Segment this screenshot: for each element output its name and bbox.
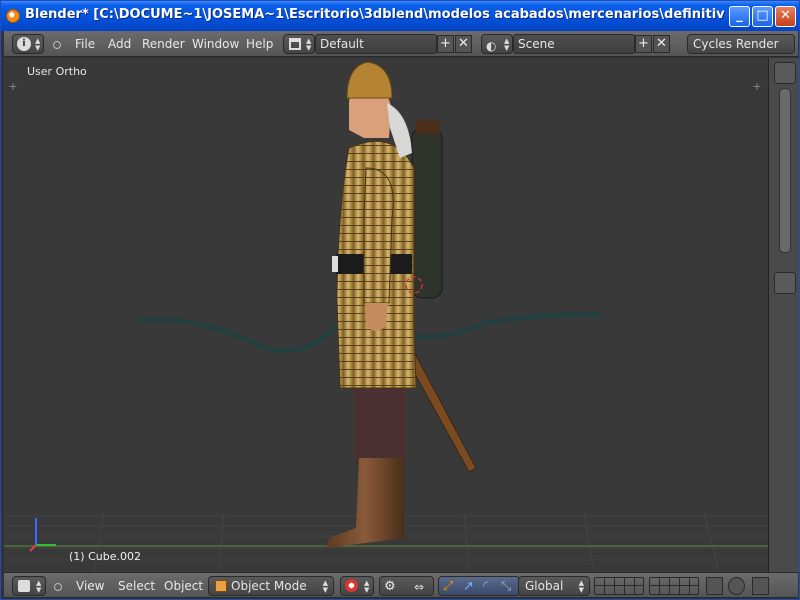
chevron-updown-icon: ▲ ▼ (35, 37, 41, 52)
quiver (411, 127, 443, 299)
3d-view-header: ▲ ▼ View Select Object Object Mode ▲ ▼ ▲ ▼ … (4, 572, 798, 598)
menu-help[interactable]: Help (246, 37, 273, 51)
pivot-point-dropdown[interactable]: ⚙ ⇔ (379, 576, 434, 596)
remove-layout-button[interactable]: ✕ (455, 35, 472, 53)
editor-type-selector-3d[interactable]: ▲ ▼ (12, 576, 46, 596)
menu-view[interactable]: View (76, 579, 104, 593)
scale-icon: ⤡ (501, 579, 512, 594)
close-button[interactable]: ✕ (775, 6, 796, 27)
chevron-updown-icon: ▲ ▼ (504, 37, 510, 52)
menu-window[interactable]: Window (192, 37, 239, 51)
shading-icon (345, 579, 358, 592)
blender-logo-icon (6, 9, 20, 23)
chevron-updown-icon: ▲ ▼ (322, 579, 328, 594)
add-scene-button[interactable]: + (635, 35, 652, 53)
info-icon: i (17, 37, 31, 51)
helmet (346, 61, 393, 99)
cube-view-icon (18, 580, 30, 592)
toolshelf-toggle-icon[interactable]: + (8, 81, 18, 92)
layout-name-field[interactable]: Default (315, 34, 437, 54)
outliner-panel (768, 58, 799, 572)
layout-browse-button[interactable]: ▲ ▼ (283, 34, 315, 54)
boot (326, 458, 404, 548)
maximize-button[interactable]: □ (752, 6, 773, 27)
properties-editor-icon[interactable] (774, 272, 796, 294)
layer-grid-2[interactable] (649, 577, 699, 595)
viewport-canvas (4, 61, 768, 572)
view-label: User Ortho (27, 65, 87, 78)
render-engine-dropdown[interactable]: Cycles Render (687, 34, 795, 54)
menu-render[interactable]: Render (142, 37, 185, 51)
menu-file[interactable]: File (75, 37, 95, 51)
move-icon: ↗ (463, 579, 474, 594)
mode-label: Object Mode (231, 579, 307, 593)
info-header: i ▲ ▼ File Add Render Window Help ▲ ▼ Defa… (4, 31, 798, 57)
editor-type-selector[interactable]: i ▲ ▼ (12, 34, 44, 54)
layout-icon (289, 38, 301, 50)
cube-icon (215, 580, 227, 592)
manipulator-icon: ⇔ (414, 580, 425, 594)
outliner-editor-icon[interactable] (774, 62, 796, 84)
scene-icon: ◐ (486, 39, 497, 53)
render-icon[interactable] (728, 577, 745, 595)
rotate-icon: ◜ (483, 579, 489, 594)
transform-manipulators[interactable]: ⤢ ↗ ◜ ⤡ (438, 576, 520, 596)
chevron-updown-icon: ▲ ▼ (364, 579, 370, 594)
menu-select[interactable]: Select (118, 579, 155, 593)
title-bar: Blender* [C:\DOCUME~1\JOSEMA~1\Escritori… (1, 1, 799, 31)
render-engine-label: Cycles Render (693, 37, 779, 51)
more-options-icon[interactable] (752, 577, 769, 595)
hand (365, 303, 388, 331)
arm (363, 167, 394, 304)
minimize-button[interactable]: _ (729, 6, 750, 27)
mode-dropdown[interactable]: Object Mode ▲ ▼ (208, 576, 334, 596)
chevron-updown-icon: ▲ ▼ (578, 579, 584, 594)
3d-viewport[interactable]: User Ortho (1) Cube.002 + + (4, 58, 768, 572)
active-object-label: (1) Cube.002 (69, 550, 141, 563)
lock-icon[interactable] (706, 577, 723, 595)
orientation-label: Global (525, 579, 564, 593)
legs (354, 383, 406, 463)
translate-icon: ⤢ (443, 579, 454, 594)
transform-orientation-dropdown[interactable]: Global ▲ ▼ (518, 576, 590, 596)
outliner-scrollbar[interactable] (779, 88, 791, 253)
collapse-menu-toggle[interactable] (53, 41, 61, 49)
layer-grid-1[interactable] (594, 577, 644, 595)
remove-scene-button[interactable]: ✕ (653, 35, 670, 53)
menu-object[interactable]: Object (164, 579, 203, 593)
pivot-icon: ⚙ (384, 579, 396, 594)
scene-browse-button[interactable]: ◐ ▲ ▼ (481, 34, 513, 54)
viewport-shading-dropdown[interactable]: ▲ ▼ (340, 576, 374, 596)
blender-window: Blender* [C:\DOCUME~1\JOSEMA~1\Escritori… (0, 0, 800, 600)
add-layout-button[interactable]: + (437, 35, 454, 53)
scene-name-field[interactable]: Scene (513, 34, 635, 54)
menu-add[interactable]: Add (108, 37, 131, 51)
chevron-updown-icon: ▲ ▼ (306, 37, 312, 52)
properties-toggle-icon[interactable]: + (752, 81, 762, 92)
chevron-updown-icon: ▲ ▼ (36, 579, 42, 594)
collapse-menu-toggle-3d[interactable] (54, 583, 62, 591)
window-title: Blender* [C:\DOCUME~1\JOSEMA~1\Escritori… (25, 7, 725, 22)
